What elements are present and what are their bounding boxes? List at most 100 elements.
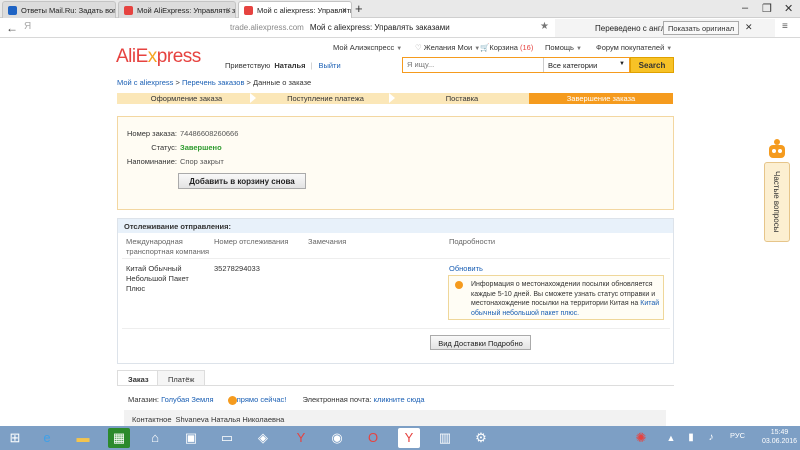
maximize-button[interactable]: ❐ [762, 2, 772, 15]
chrome-icon[interactable]: ◉ [326, 428, 348, 448]
cart-link[interactable]: 🛒Корзина (16) [480, 43, 533, 52]
heart-icon: ♡ [415, 43, 422, 52]
chat-link[interactable]: прямо сейчас! [237, 395, 287, 404]
cart-icon: 🛒 [480, 43, 490, 52]
breadcrumb-separator: > [244, 78, 254, 87]
tab-label: Мой AliExpress: Управлять за [137, 6, 236, 15]
browser-tab-aliexpress-orders[interactable]: Мой AliExpress: Управлять за × [118, 1, 236, 18]
my-aliexpress-label: Мой Алиэкспресс [333, 43, 395, 52]
help-label: Помощь [545, 43, 574, 52]
wishlist-label: Желания Мои [423, 43, 473, 52]
windows-start-icon[interactable]: ⊞ [4, 428, 26, 448]
internet-explorer-icon[interactable]: e [36, 428, 58, 448]
cart-label: Корзина [489, 43, 518, 52]
home-icon[interactable]: ⌂ [144, 428, 166, 448]
divider [122, 328, 670, 329]
url-page-title: Мой с aliexpress: Управлять заказами [309, 23, 450, 32]
yandex-active-icon[interactable]: Y [398, 428, 420, 448]
step-completed: Завершение заказа [529, 93, 673, 104]
tools-icon[interactable]: ⚙ [470, 428, 492, 448]
tray-app-icon[interactable]: ✺ [630, 428, 652, 448]
url-domain: trade.aliexpress.com [230, 23, 304, 32]
divider [122, 258, 670, 259]
tabs-underline [117, 385, 674, 386]
browser-tab-active[interactable]: Мой с aliexpress: Управлять × [238, 1, 352, 18]
breadcrumb: Мой с aliexpress > Перечень заказов > Да… [117, 78, 311, 87]
faq-side-tab[interactable]: Частые вопросы [764, 162, 790, 242]
file-explorer-icon[interactable]: ▬ [72, 428, 94, 448]
delivery-details-button[interactable]: Вид Доставки Подробно [430, 335, 531, 350]
show-original-button[interactable]: Показать оригинал [663, 21, 740, 35]
chevron-down-icon: ▼ [575, 46, 582, 52]
tab-payment[interactable]: Платёж [157, 370, 206, 386]
tracking-number: 35278294033 [214, 264, 260, 273]
category-select[interactable]: Все категории ▼ [543, 58, 629, 72]
close-icon[interactable]: × [342, 5, 347, 15]
language-indicator[interactable]: РУС [730, 431, 745, 440]
breadcrumb-orders[interactable]: Перечень заказов [182, 78, 245, 87]
tracking-info-note: Информация о местонахождении посылки обн… [448, 275, 664, 320]
column-header-carrier: Международная транспортная компания [126, 237, 210, 256]
order-progress: Оформление заказа Поступление платежа По… [117, 93, 673, 104]
yandex-logo: Я [24, 21, 32, 32]
step-label: Поставка [445, 94, 479, 103]
my-aliexpress-menu[interactable]: Мой Алиэкспресс ▼ [333, 43, 402, 52]
mailru-answers-icon [8, 6, 17, 15]
bookmark-star-icon[interactable]: ★ [540, 21, 549, 32]
greeting-text: Приветствую [225, 61, 271, 70]
aliexpress-icon [244, 6, 253, 15]
new-tab-button[interactable]: + [355, 1, 363, 16]
minimize-button[interactable]: – [742, 2, 748, 14]
refresh-link[interactable]: Обновить [449, 264, 483, 273]
window-close-button[interactable]: ✕ [784, 2, 793, 15]
search-input[interactable] [407, 60, 537, 69]
search-button[interactable]: Search [630, 57, 674, 73]
menu-icon[interactable]: ≡ [782, 21, 788, 32]
network-icon[interactable]: ▮ [680, 428, 702, 448]
shop-info-row: Магазин: Голубая Земля прямо сейчас! Эле… [128, 395, 425, 405]
column-header-details: Подробности [449, 237, 496, 246]
clock[interactable]: 15:49 03.06.2016 [762, 428, 797, 446]
step-label: Поступление платежа [287, 94, 364, 103]
info-text: Информация о местонахождении посылки обн… [471, 281, 656, 307]
tab-order[interactable]: Заказ [117, 370, 160, 386]
chat-icon[interactable] [227, 395, 237, 405]
logout-link[interactable]: Выйти [318, 61, 340, 70]
monitor-icon[interactable]: ▭ [216, 428, 238, 448]
chart-app-icon[interactable]: ▥ [434, 428, 456, 448]
reminder-value: Спор закрыт [180, 157, 224, 166]
browser-tab-mail-answers[interactable]: Ответы Mail.Ru: Задать вопрос [2, 1, 116, 18]
clock-time: 15:49 [770, 429, 789, 436]
chevron-down-icon: ▼ [619, 61, 625, 67]
category-label: Все категории [548, 61, 598, 70]
back-arrow-icon[interactable]: ← [6, 21, 18, 35]
faq-robot-icon[interactable] [766, 137, 788, 163]
help-menu[interactable]: Помощь ▼ [545, 43, 582, 52]
carrier-name: Китай Обычный Небольшой Пакет Плюс [126, 264, 189, 293]
aliexpress-logo[interactable]: AliExpress [116, 46, 201, 68]
forum-menu[interactable]: Форум покупателей ▼ [596, 43, 672, 52]
volume-icon[interactable]: ♪ [700, 428, 722, 448]
url-field[interactable]: trade.aliexpress.com Мой с aliexpress: Уп… [230, 23, 450, 32]
status-label: Статус: [151, 143, 177, 152]
shield-icon[interactable]: ◈ [252, 428, 274, 448]
yandex-browser-icon[interactable]: Y [290, 428, 312, 448]
media-icon[interactable]: ▣ [180, 428, 202, 448]
email-link[interactable]: кликните сюда [374, 395, 425, 404]
tracking-title: Отслеживание отправления: [118, 219, 673, 233]
add-to-cart-again-button[interactable]: Добавить в корзину снова [178, 173, 306, 189]
faq-label: Частые вопросы [772, 171, 781, 233]
step-label: Завершение заказа [566, 94, 636, 103]
tray-chevron-icon[interactable]: ▲ [660, 428, 682, 448]
breadcrumb-home[interactable]: Мой с aliexpress [117, 78, 173, 87]
close-icon[interactable]: × [226, 5, 231, 15]
shop-name-link[interactable]: Голубая Земля [161, 395, 214, 404]
opera-icon[interactable]: O [362, 428, 384, 448]
contact-label: Контактное [132, 415, 172, 424]
reminder-label: Напоминание: [126, 157, 177, 166]
wishlist-menu[interactable]: ♡ Желания Мои ▼ [415, 43, 480, 52]
store-icon[interactable]: ▦ [108, 428, 130, 448]
status-value: Завершено [180, 143, 222, 152]
chevron-down-icon: ▼ [666, 46, 673, 52]
close-icon[interactable]: ✕ [745, 22, 753, 33]
